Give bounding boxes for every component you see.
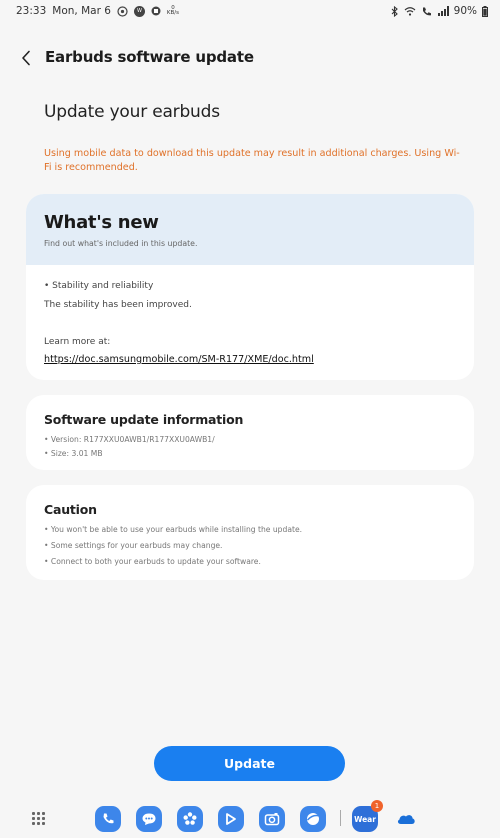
bixby-icon[interactable] (177, 806, 203, 832)
internet-icon[interactable] (300, 806, 326, 832)
messages-icon[interactable] (136, 806, 162, 832)
status-time: 23:33 (16, 5, 47, 17)
caution-item: • Some settings for your earbuds may cha… (44, 541, 223, 550)
caution-card: Caution • You won't be able to use your … (26, 485, 474, 580)
wear-notification-icon: W (133, 5, 145, 17)
software-info-card: Software update information • Version: R… (26, 395, 474, 470)
battery-level: 90% (453, 5, 477, 17)
mobile-data-warning: Using mobile data to download this updat… (44, 148, 460, 173)
software-info-title: Software update information (44, 412, 244, 427)
caution-title: Caution (44, 502, 97, 517)
learn-more-label: Learn more at: (44, 337, 111, 347)
caution-item: • Connect to both your earbuds to update… (44, 557, 261, 566)
status-date: Mon, Mar 6 (52, 5, 111, 17)
software-version: • Version: R177XXU0AWB1/R177XXU0AWB1/ (44, 435, 215, 444)
update-button[interactable]: Update (154, 746, 345, 781)
caution-item: • You won't be able to use your earbuds … (44, 525, 303, 534)
back-arrow-icon (22, 50, 30, 66)
wifi-calling-icon (421, 6, 432, 17)
camera-icon[interactable] (259, 806, 285, 832)
whats-new-subtitle: Find out what's included in this update. (44, 239, 198, 248)
whats-new-bullet: • Stability and reliability (44, 281, 154, 291)
bluetooth-icon (390, 5, 399, 17)
onedrive-icon[interactable] (393, 806, 419, 832)
whats-new-description: The stability has been improved. (44, 300, 192, 310)
battery-icon (482, 5, 488, 17)
whatsapp-icon (117, 5, 128, 17)
galaxy-store-icon[interactable] (218, 806, 244, 832)
whats-new-body: • Stability and reliability The stabilit… (26, 265, 474, 366)
notification-badge: 1 (371, 800, 383, 812)
whats-new-title: What's new (44, 212, 159, 233)
release-notes-link[interactable]: https://doc.samsungmobile.com/SM-R177/XM… (44, 354, 314, 365)
page-title: Earbuds software update (45, 48, 254, 66)
app-bar: Earbuds software update (0, 38, 500, 78)
whats-new-card: What's new Find out what's included in t… (26, 194, 474, 380)
section-heading: Update your earbuds (44, 102, 220, 122)
wear-icon[interactable]: Wear 1 (352, 800, 383, 832)
signal-icon (437, 6, 449, 16)
gallery-notification-icon (151, 6, 161, 16)
phone-icon[interactable] (95, 806, 121, 832)
dock-divider (340, 810, 341, 826)
whats-new-header: What's new Find out what's included in t… (26, 194, 474, 265)
software-size: • Size: 3.01 MB (44, 449, 103, 458)
wifi-icon (404, 6, 416, 16)
wear-label: Wear (354, 814, 376, 824)
apps-grid-icon[interactable] (32, 810, 48, 826)
taskbar: Wear 1 (0, 798, 500, 838)
network-speed: 0 KB/s (166, 5, 180, 16)
back-button[interactable] (14, 46, 38, 70)
status-bar: 23:33 Mon, Mar 6 W 0 KB/s 90% (0, 0, 500, 22)
